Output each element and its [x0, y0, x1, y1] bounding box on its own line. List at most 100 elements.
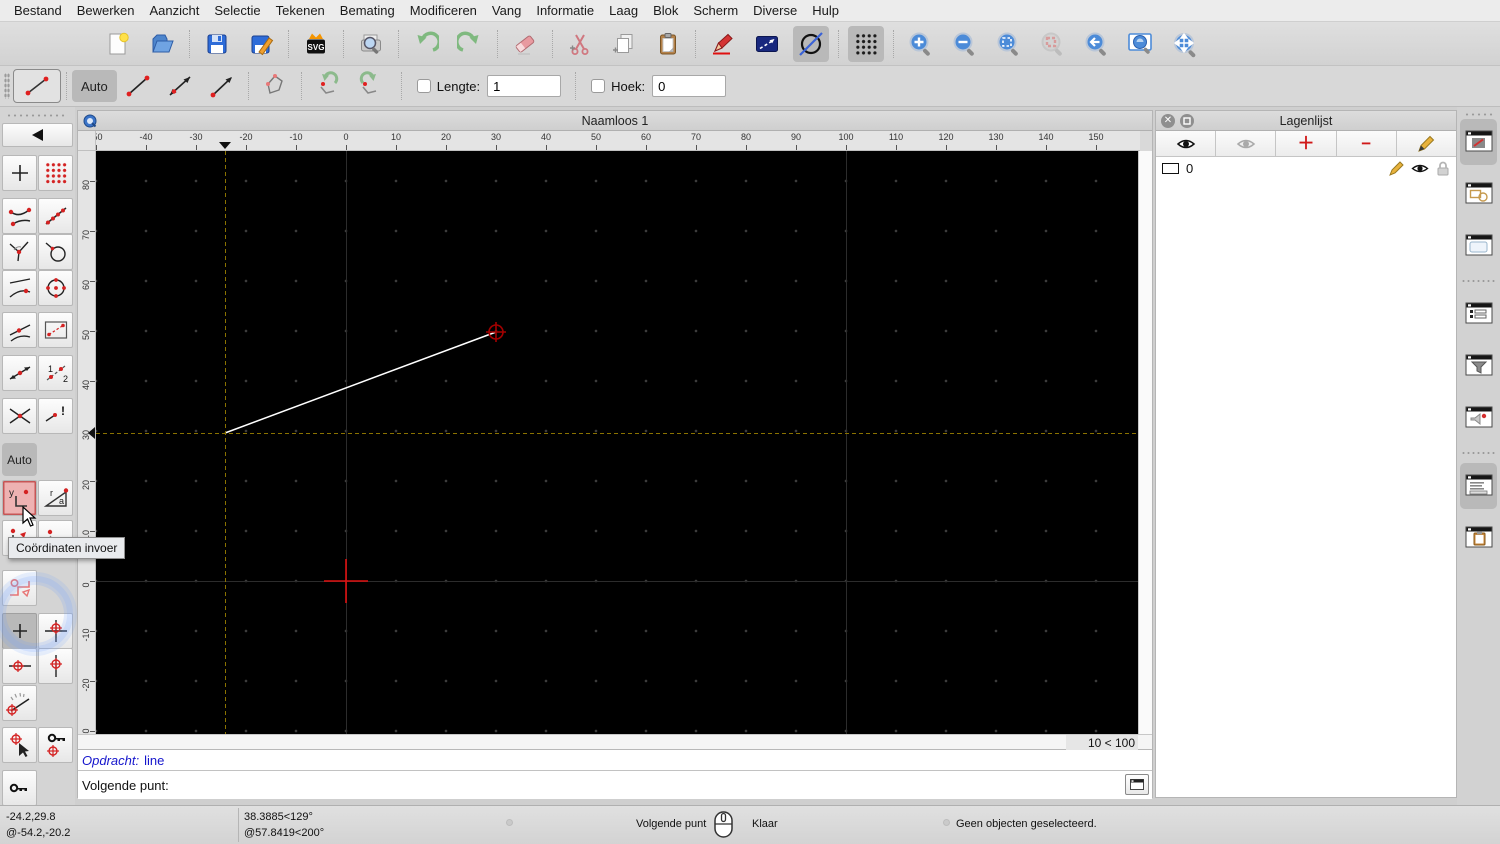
- back-button[interactable]: [2, 123, 73, 147]
- snap-center-button[interactable]: [38, 270, 73, 306]
- new-document-button[interactable]: [100, 26, 136, 62]
- command-input[interactable]: [174, 774, 1152, 796]
- print-preview-button[interactable]: [353, 26, 389, 62]
- restrict-vertical-button[interactable]: [38, 648, 73, 684]
- coordinate-polar-button[interactable]: ra: [38, 480, 73, 516]
- layer-visibility-checkbox[interactable]: [1162, 162, 1179, 174]
- snap-perpendicular-button[interactable]: [2, 234, 37, 270]
- menu-hulp[interactable]: Hulp: [812, 3, 839, 18]
- redo-button[interactable]: [452, 26, 488, 62]
- menu-bewerken[interactable]: Bewerken: [77, 3, 135, 18]
- toolbar-handle[interactable]: [4, 73, 10, 99]
- pan-button[interactable]: [1167, 26, 1203, 62]
- dock-block-list-button[interactable]: [1460, 171, 1497, 217]
- undock-icon[interactable]: [1180, 113, 1194, 128]
- menu-scherm[interactable]: Scherm: [693, 3, 738, 18]
- snap-restrict-box-button[interactable]: [38, 312, 73, 348]
- snap-auto-button[interactable]: Auto: [2, 443, 37, 476]
- snap-endpoint-button[interactable]: [2, 198, 37, 234]
- drawing-canvas[interactable]: [95, 151, 1139, 734]
- snap-grid-button[interactable]: [38, 155, 73, 191]
- menu-diverse[interactable]: Diverse: [753, 3, 797, 18]
- menu-informatie[interactable]: Informatie: [536, 3, 594, 18]
- snap-intersection-manual-button[interactable]: !: [38, 398, 73, 434]
- properties-button[interactable]: [749, 26, 785, 62]
- zoom-out-button[interactable]: [947, 26, 983, 62]
- grid-toggle-button[interactable]: [848, 25, 884, 62]
- angle-checkbox[interactable]: [591, 79, 606, 93]
- layer-row[interactable]: 0: [1156, 157, 1456, 179]
- layer-panel-titlebar[interactable]: ✕ Lagenlijst: [1156, 111, 1456, 131]
- layer-visible-icon[interactable]: [1411, 162, 1429, 175]
- dock-selection-button[interactable]: [1460, 395, 1497, 441]
- delete-button[interactable]: [507, 26, 543, 62]
- line-two-points-button[interactable]: [117, 69, 159, 103]
- command-widget-toggle-button[interactable]: [1125, 774, 1149, 795]
- length-input[interactable]: [487, 75, 562, 97]
- menu-tekenen[interactable]: Tekenen: [276, 3, 325, 18]
- snap-middle-button[interactable]: [2, 355, 37, 391]
- snap-tangent2-button[interactable]: [2, 312, 37, 348]
- snap-free-button[interactable]: [2, 155, 37, 191]
- dock-library-browser-button[interactable]: [1460, 223, 1497, 269]
- zoom-window-button[interactable]: [1123, 26, 1159, 62]
- vertical-scrollbar[interactable]: [1138, 151, 1152, 734]
- undo-button[interactable]: [408, 26, 444, 62]
- dock-clipboard-button[interactable]: [1460, 515, 1497, 561]
- dock-command-line-button[interactable]: [1460, 463, 1497, 509]
- zoom-auto-button[interactable]: [991, 26, 1027, 62]
- undo-segment-button[interactable]: [307, 69, 349, 103]
- open-file-button[interactable]: [144, 26, 180, 62]
- draw-circle-line-tool-button[interactable]: [793, 25, 829, 62]
- menu-vang[interactable]: Vang: [492, 3, 521, 18]
- set-relative-angle-button[interactable]: [2, 685, 37, 721]
- angle-input[interactable]: [652, 75, 727, 97]
- menu-bestand[interactable]: Bestand: [14, 3, 62, 18]
- lock-layer-button[interactable]: [2, 770, 37, 806]
- layer-edit-icon[interactable]: [1389, 160, 1404, 176]
- polyline-close-button[interactable]: [254, 69, 296, 103]
- zoom-previous-button[interactable]: [1035, 26, 1071, 62]
- remove-layer-button[interactable]: −: [1336, 131, 1397, 156]
- paste-button[interactable]: [650, 26, 686, 62]
- menu-selectie[interactable]: Selectie: [214, 3, 260, 18]
- sidebar-handle[interactable]: [6, 113, 68, 118]
- menu-modificeren[interactable]: Modificeren: [410, 3, 477, 18]
- menu-blok[interactable]: Blok: [653, 3, 678, 18]
- line-arrow-button[interactable]: [201, 69, 243, 103]
- set-relative-zero-button[interactable]: [2, 727, 37, 763]
- dockbar-handle[interactable]: [1464, 112, 1494, 117]
- snap-tangent-button[interactable]: [38, 234, 73, 270]
- pen-attributes-button[interactable]: [705, 26, 741, 62]
- zoom-in-button[interactable]: [903, 26, 939, 62]
- copy-button[interactable]: [606, 26, 642, 62]
- save-button[interactable]: [199, 26, 235, 62]
- line-double-arrow-button[interactable]: [159, 69, 201, 103]
- dock-layer-list-button[interactable]: [1460, 119, 1497, 165]
- close-icon[interactable]: ✕: [1161, 113, 1175, 128]
- save-as-button[interactable]: [243, 26, 279, 62]
- layer-lock-icon[interactable]: [1436, 161, 1450, 176]
- length-checkbox[interactable]: [416, 79, 431, 93]
- dock-entity-filter-button[interactable]: [1460, 343, 1497, 389]
- snap-on-entity-button[interactable]: [38, 198, 73, 234]
- lock-relative-zero-button[interactable]: [38, 727, 73, 763]
- snap-intersection-button[interactable]: [2, 398, 37, 434]
- cut-button[interactable]: [562, 26, 598, 62]
- zoom-redraw-button[interactable]: [1079, 26, 1115, 62]
- line-auto-button[interactable]: Auto: [72, 70, 117, 102]
- add-layer-button[interactable]: ＋: [1276, 131, 1337, 156]
- snap-distance-button[interactable]: 12: [38, 355, 73, 391]
- drawing-window-titlebar[interactable]: Naamloos 1: [78, 111, 1152, 131]
- dock-entity-list-button[interactable]: [1460, 291, 1497, 337]
- line-tool-button[interactable]: [13, 69, 61, 103]
- menu-aanzicht[interactable]: Aanzicht: [150, 3, 200, 18]
- show-all-layers-button[interactable]: [1156, 131, 1217, 156]
- edit-layer-button[interactable]: [1396, 131, 1457, 156]
- menu-bemating[interactable]: Bemating: [340, 3, 395, 18]
- horizontal-scrollbar[interactable]: 10 < 100: [78, 734, 1152, 750]
- hide-all-layers-button[interactable]: [1216, 131, 1277, 156]
- svg-export-button[interactable]: SVG: [298, 26, 334, 62]
- redo-segment-button[interactable]: [349, 69, 391, 103]
- menu-laag[interactable]: Laag: [609, 3, 638, 18]
